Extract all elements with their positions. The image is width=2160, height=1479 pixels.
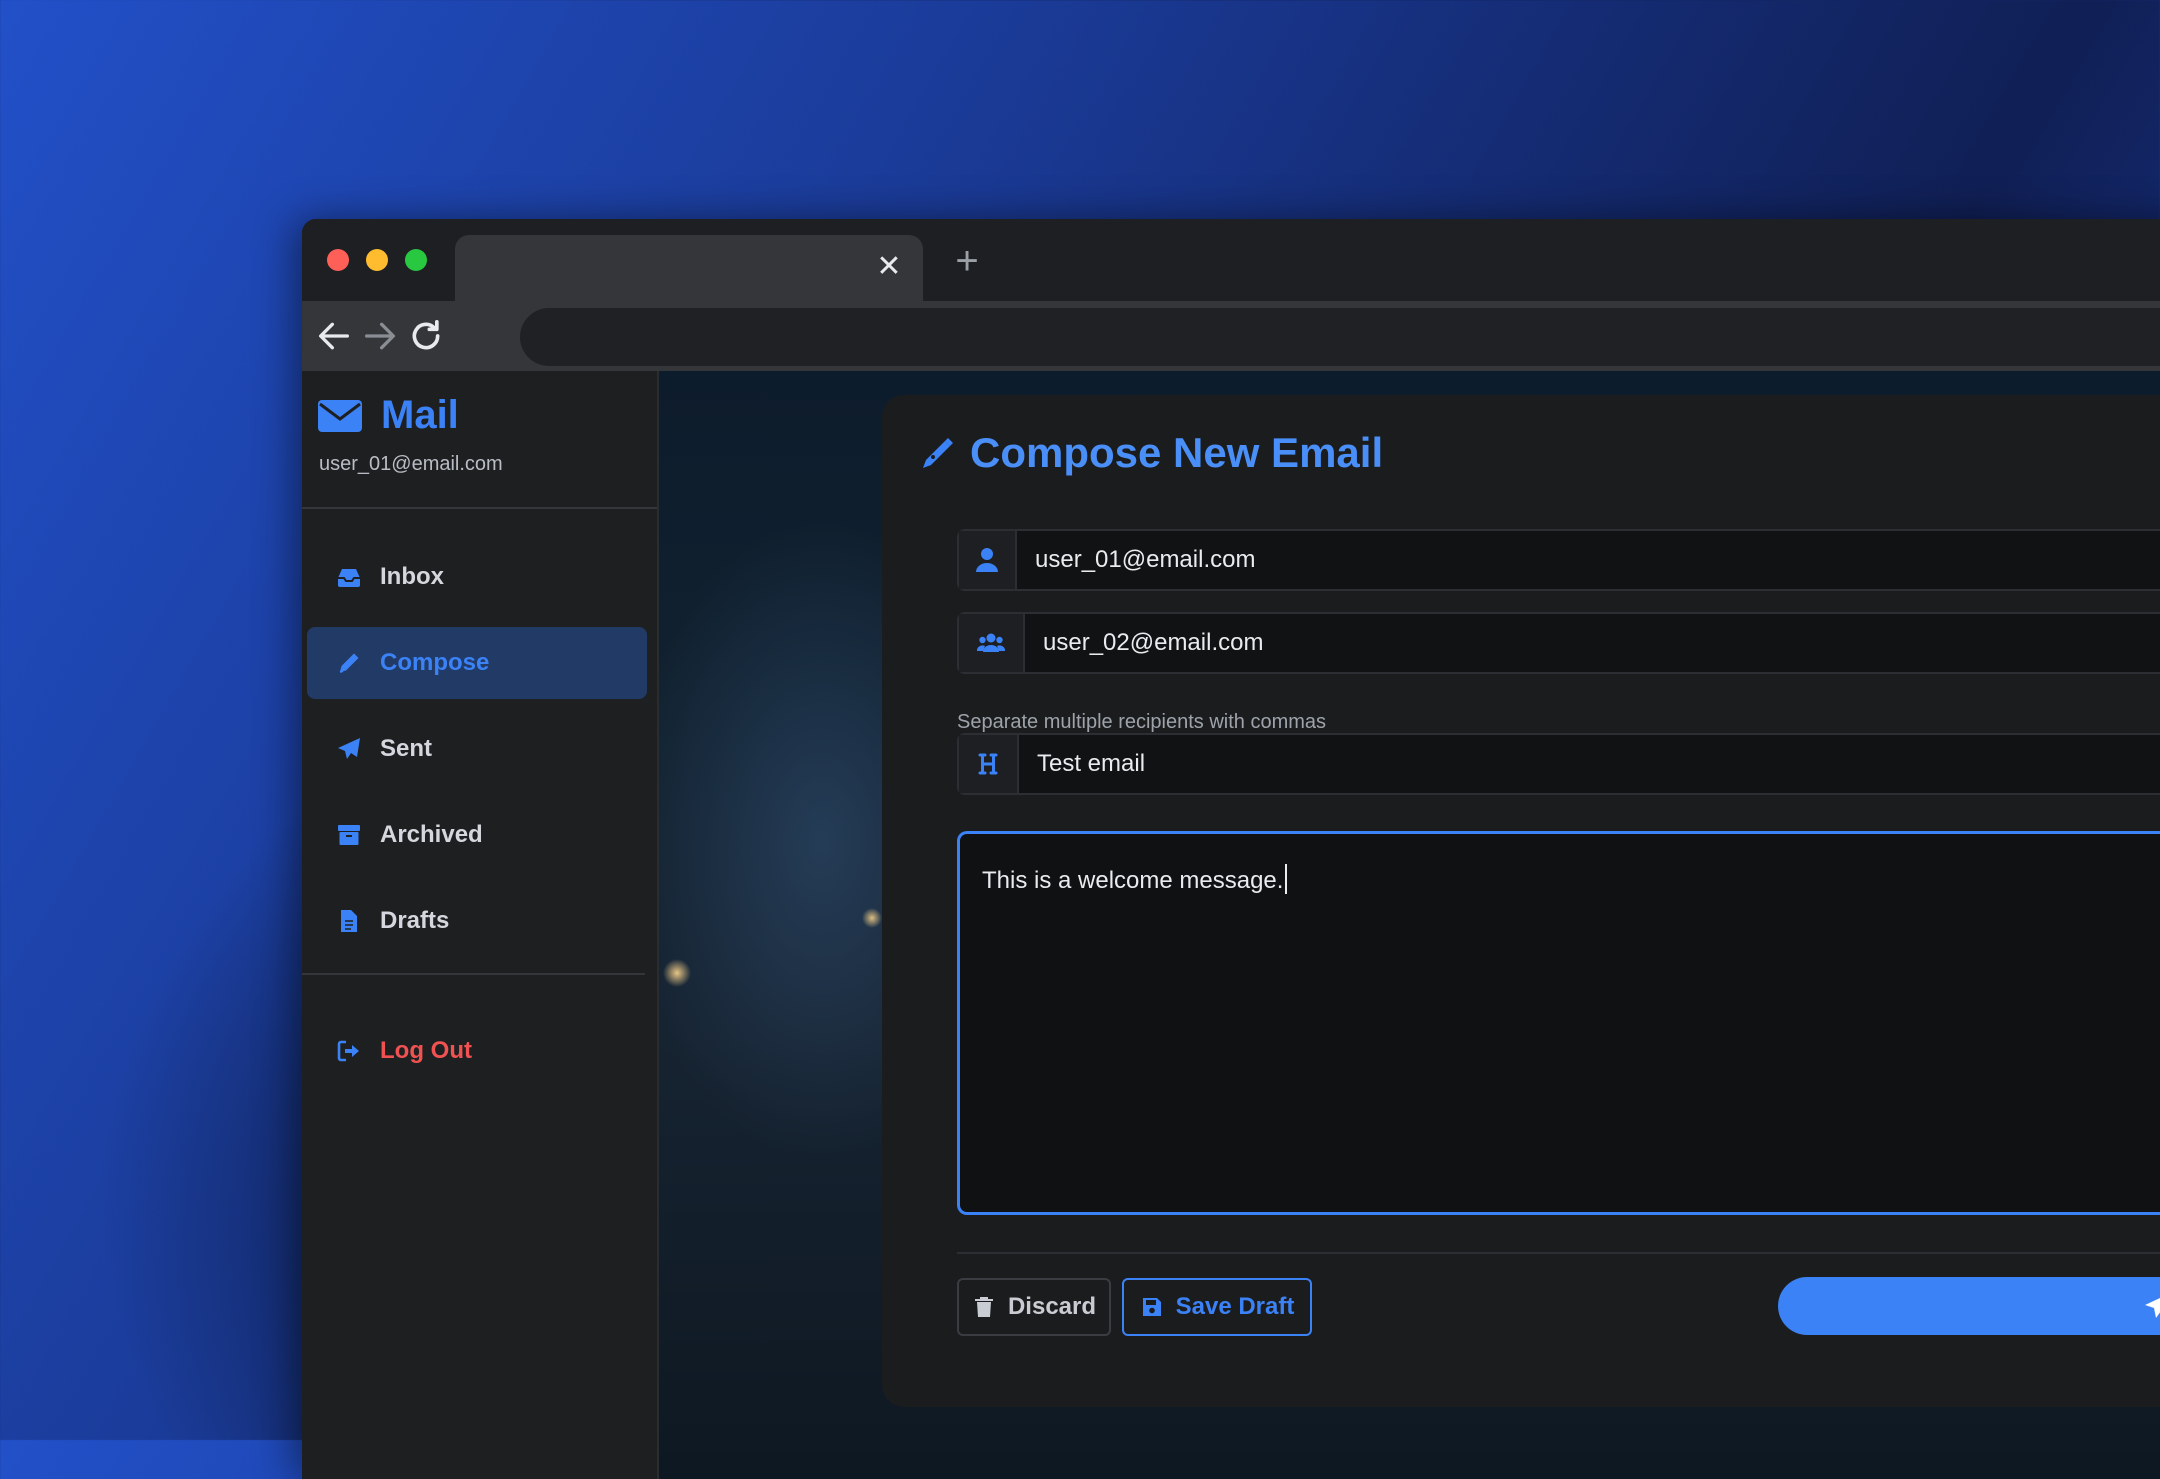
from-value: user_01@email.com — [1035, 546, 1256, 573]
minimize-window-button[interactable] — [366, 249, 388, 271]
sidebar-item-label: Drafts — [380, 907, 450, 934]
inbox-icon — [334, 562, 364, 592]
sidebar-divider — [302, 507, 657, 509]
sidebar-item-drafts[interactable]: Drafts — [307, 885, 647, 957]
sign-out-icon — [334, 1036, 364, 1066]
tab-strip: ✕ + — [302, 219, 2160, 301]
browser-tab[interactable]: ✕ — [455, 235, 923, 301]
user-icon — [959, 531, 1017, 589]
sidebar-item-sent[interactable]: Sent — [307, 713, 647, 785]
recipients-hint: Separate multiple recipients with commas — [957, 711, 1327, 733]
page-content: Mail user_01@email.com Inbox Compose Sen… — [302, 371, 2160, 1479]
subject-field[interactable]: Test email — [957, 733, 2160, 795]
save-draft-label: Save Draft — [1175, 1293, 1295, 1320]
forward-arrow-icon[interactable] — [360, 316, 400, 356]
current-user-email: user_01@email.com — [319, 453, 503, 475]
message-body-value: This is a welcome message. — [982, 867, 1284, 894]
close-tab-icon[interactable]: ✕ — [873, 251, 905, 283]
paper-plane-icon — [2145, 1298, 2160, 1318]
sidebar-item-label: Sent — [380, 735, 433, 762]
envelope-icon — [318, 399, 362, 432]
back-arrow-icon[interactable] — [314, 316, 354, 356]
sidebar-item-inbox[interactable]: Inbox — [307, 541, 647, 613]
sidebar-item-compose[interactable]: Compose — [307, 627, 647, 699]
discard-label: Discard — [1007, 1293, 1097, 1320]
heading-icon — [959, 735, 1019, 793]
paper-plane-icon — [334, 734, 364, 764]
message-body-textarea[interactable]: This is a welcome message. — [957, 831, 2160, 1215]
app-name: Mail — [381, 393, 459, 437]
sidebar-item-archived[interactable]: Archived — [307, 799, 647, 871]
sidebar-divider — [302, 973, 645, 975]
browser-window: ✕ + Mail user_01@email.com Inbox Compose… — [302, 219, 2160, 1479]
address-bar[interactable] — [520, 308, 2160, 366]
sidebar-item-label: Inbox — [380, 563, 444, 590]
archive-box-icon — [334, 820, 364, 850]
sidebar: Mail user_01@email.com Inbox Compose Sen… — [302, 371, 659, 1479]
sidebar-item-label: Archived — [380, 821, 483, 848]
to-field[interactable]: user_02@email.com — [957, 612, 2160, 674]
sidebar-item-label: Compose — [380, 649, 490, 676]
to-value: user_02@email.com — [1043, 629, 1264, 656]
browser-toolbar — [302, 301, 2160, 371]
app-logo: Mail — [317, 393, 459, 438]
compose-header: Compose New Email — [918, 429, 1383, 477]
trash-icon — [974, 1297, 993, 1317]
reload-icon[interactable] — [406, 316, 446, 356]
pencil-icon — [334, 648, 364, 678]
send-button[interactable] — [1778, 1277, 2160, 1335]
sidebar-item-logout[interactable]: Log Out — [307, 1015, 647, 1087]
pen-nib-icon — [923, 438, 953, 468]
new-tab-button[interactable]: + — [947, 241, 987, 281]
actions-divider — [957, 1252, 2160, 1254]
save-draft-button[interactable]: Save Draft — [1122, 1278, 1312, 1336]
file-icon — [334, 906, 364, 936]
text-caret — [1285, 864, 1288, 894]
users-icon — [959, 614, 1025, 672]
sidebar-item-label: Log Out — [380, 1037, 472, 1064]
close-window-button[interactable] — [327, 249, 349, 271]
message-body-text: This is a welcome message. — [982, 864, 1288, 895]
floppy-disk-icon — [1142, 1298, 1161, 1316]
maximize-window-button[interactable] — [405, 249, 427, 271]
compose-panel: Compose New Email user_01@email.com user… — [882, 395, 2160, 1407]
from-field[interactable]: user_01@email.com — [957, 529, 2160, 591]
page-title: Compose New Email — [970, 429, 1384, 476]
discard-button[interactable]: Discard — [957, 1278, 1111, 1336]
subject-value: Test email — [1037, 750, 1146, 777]
